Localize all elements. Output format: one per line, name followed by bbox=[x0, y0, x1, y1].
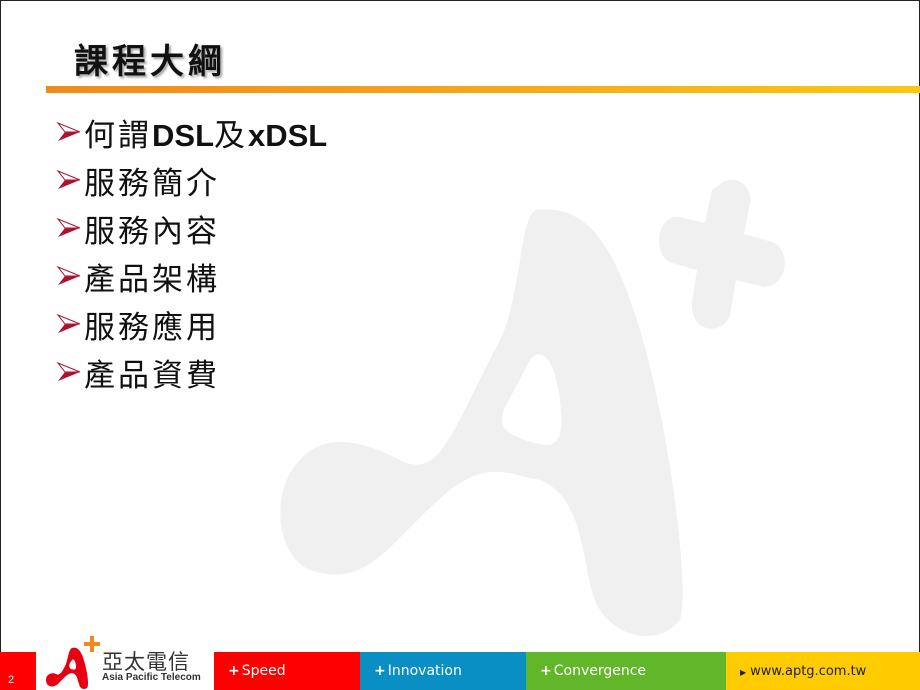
bullet-item: 服務內容 bbox=[56, 204, 327, 252]
a-plus-watermark-icon bbox=[280, 179, 785, 637]
bullet-item: 服務簡介 bbox=[56, 156, 327, 204]
bullet-text-part: 服務簡介 bbox=[84, 165, 220, 202]
bullet-text: 何謂DSL及xDSL bbox=[84, 110, 327, 155]
bullet-text: 產品架構 bbox=[84, 254, 220, 299]
arrowhead-bullet-icon bbox=[56, 169, 81, 189]
footer-segment-convergence: + Convergence bbox=[526, 652, 726, 690]
segment-label: Innovation bbox=[387, 663, 462, 679]
slide-title: 課程大綱 bbox=[74, 42, 226, 82]
watermark-a-shape bbox=[280, 209, 683, 637]
page-number: 2 bbox=[0, 652, 36, 690]
title-underline bbox=[46, 86, 920, 93]
aptg-logo-icon bbox=[46, 636, 100, 689]
arrowhead-bullet-icon bbox=[56, 265, 81, 285]
bullet-text: 產品資費 bbox=[84, 350, 220, 395]
bullet-text: 服務應用 bbox=[84, 302, 220, 347]
plus-icon: + bbox=[540, 663, 552, 679]
bullet-item: 服務應用 bbox=[56, 300, 327, 348]
brand-logo[interactable]: 亞太電信 Asia Pacific Telecom bbox=[36, 634, 214, 690]
play-triangle-icon: ▶ bbox=[740, 667, 747, 677]
bullet-text: 服務簡介 bbox=[84, 158, 220, 203]
footer-segment-speed: + Speed bbox=[214, 652, 360, 690]
footer-segment-innovation: + Innovation bbox=[360, 652, 526, 690]
bullet-item: 何謂DSL及xDSL bbox=[56, 108, 327, 156]
arrowhead-bullet-icon bbox=[56, 121, 81, 141]
bullet-text-part: 產品架構 bbox=[84, 261, 220, 298]
website-link[interactable]: www.aptg.com.tw bbox=[750, 664, 866, 679]
bullet-text-part: 產品資費 bbox=[84, 357, 220, 394]
watermark-plus-shape bbox=[658, 179, 785, 329]
footer-url[interactable]: ▶ www.aptg.com.tw bbox=[726, 652, 920, 690]
arrowhead-bullet-icon bbox=[56, 361, 81, 381]
bullet-text-part: 及 bbox=[214, 117, 248, 154]
bullet-text: 服務內容 bbox=[84, 206, 220, 251]
plus-icon: + bbox=[228, 663, 240, 679]
bullet-list: 何謂DSL及xDSL 服務簡介服務內容產品架構服務應用產品資費 bbox=[56, 108, 327, 396]
bullet-text-part: DSL bbox=[152, 117, 214, 153]
plus-icon: + bbox=[374, 663, 386, 679]
footer-bar: 2 亞太電信 Asia Pacific Telecom + Speed + Inno… bbox=[0, 634, 920, 690]
arrowhead-bullet-icon bbox=[56, 313, 81, 333]
bullet-item: 產品架構 bbox=[56, 252, 327, 300]
bullet-text-part: 服務應用 bbox=[84, 309, 220, 346]
brand-name-en: Asia Pacific Telecom bbox=[102, 672, 201, 683]
segment-label: Speed bbox=[241, 663, 286, 679]
arrowhead-bullet-icon bbox=[56, 217, 81, 237]
bullet-text-part: xDSL bbox=[248, 117, 328, 153]
bullet-text-part: 何謂 bbox=[84, 117, 152, 154]
segment-label: Convergence bbox=[553, 663, 647, 679]
bullet-item: 產品資費 bbox=[56, 348, 327, 396]
bullet-text-part: 服務內容 bbox=[84, 213, 220, 250]
